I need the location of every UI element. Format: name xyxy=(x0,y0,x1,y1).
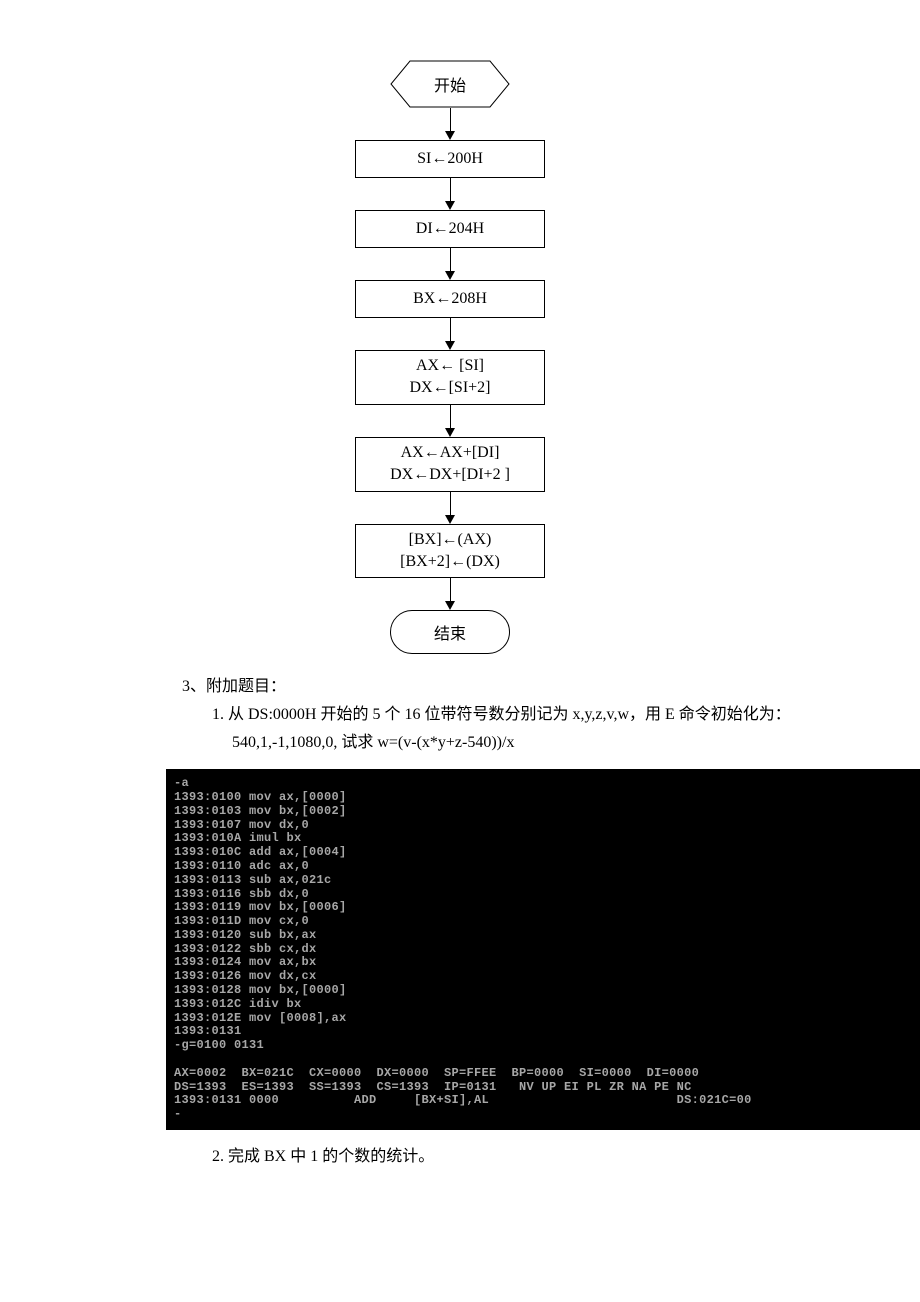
flow-step-3: BX←208H xyxy=(355,280,545,318)
flow-end: 结束 xyxy=(390,610,510,654)
flow-step-text: AX←AX+[DI] xyxy=(401,442,500,464)
flow-step-text: [BX]←(AX) xyxy=(409,529,492,551)
questions-block-2: 2. 完成 BX 中 1 的个数的统计。 xyxy=(120,1144,800,1170)
flow-start-label: 开始 xyxy=(434,72,466,96)
flow-step-text: SI←200H xyxy=(417,148,483,170)
flowchart: 开始 SI←200H DI←204H BX←208H AX← [SI] DX←[… xyxy=(240,60,660,654)
flow-step-text: DI←204H xyxy=(416,218,484,240)
arrow-icon xyxy=(445,405,455,437)
flow-step-text: [BX+2]←(DX) xyxy=(400,551,500,573)
flow-step-6: [BX]←(AX) [BX+2]←(DX) xyxy=(355,524,545,579)
flow-step-text: BX←208H xyxy=(413,288,487,310)
question-2: 2. 完成 BX 中 1 的个数的统计。 xyxy=(212,1144,800,1170)
flow-step-1: SI←200H xyxy=(355,140,545,178)
questions-block: 3、附加题目： 1. 从 DS:0000H 开始的 5 个 16 位带符号数分别… xyxy=(120,674,800,755)
flow-start: 开始 xyxy=(390,60,510,108)
flow-step-4: AX← [SI] DX←[SI+2] xyxy=(355,350,545,405)
question-1-line-a: 1. 从 DS:0000H 开始的 5 个 16 位带符号数分别记为 x,y,z… xyxy=(212,702,800,728)
flow-step-text: DX←DX+[DI+2 ] xyxy=(390,464,510,486)
arrow-icon xyxy=(445,318,455,350)
question-1-line-b: 540,1,-1,1080,0, 试求 w=(v-(x*y+z-540))/x xyxy=(232,730,800,756)
arrow-icon xyxy=(445,248,455,280)
flow-end-label: 结束 xyxy=(434,620,466,644)
question-heading: 3、附加题目： xyxy=(182,674,800,700)
arrow-icon xyxy=(445,492,455,524)
flow-step-2: DI←204H xyxy=(355,210,545,248)
flow-step-text: AX← [SI] xyxy=(416,355,484,377)
flow-step-text: DX←[SI+2] xyxy=(409,377,490,399)
terminal-output: -a 1393:0100 mov ax,[0000] 1393:0103 mov… xyxy=(166,769,920,1130)
flow-step-5: AX←AX+[DI] DX←DX+[DI+2 ] xyxy=(355,437,545,492)
arrow-icon xyxy=(445,108,455,140)
arrow-icon xyxy=(445,178,455,210)
arrow-icon xyxy=(445,578,455,610)
